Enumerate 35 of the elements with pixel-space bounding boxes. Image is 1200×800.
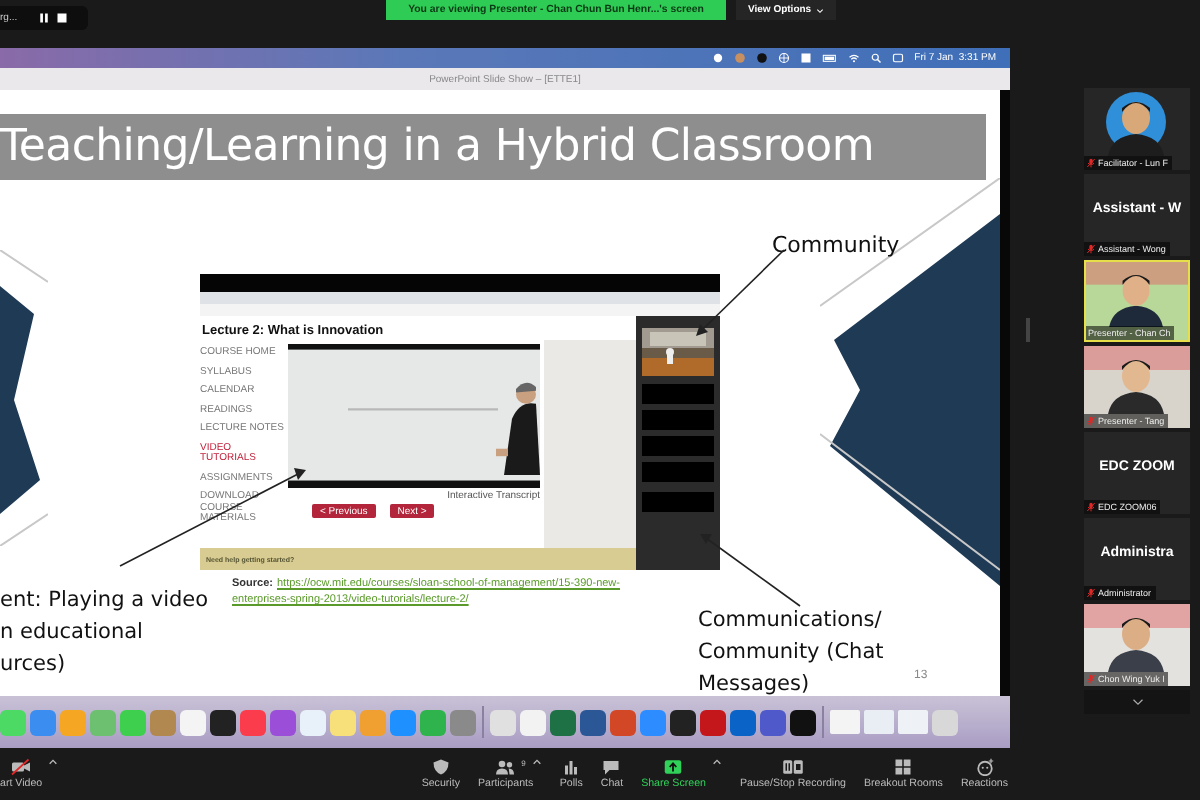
search-icon[interactable] [870,52,883,64]
video-off-icon [10,758,33,776]
globe-icon[interactable] [778,52,791,64]
people-icon [494,758,517,776]
caret-icon[interactable] [48,758,59,766]
caret-icon[interactable] [711,758,722,766]
speech-bubble-icon [600,758,623,776]
battery-icon[interactable] [822,52,839,64]
video-tiles-drawing [642,384,714,512]
wifi-icon[interactable] [848,52,861,64]
grid-icon [892,758,915,776]
document-thumbnail[interactable] [830,710,860,734]
slide-caption: ent: Playing a video n educational urces) [0,586,209,680]
document-thumbnail[interactable] [898,710,928,734]
caret-icon[interactable] [531,758,542,766]
slide-title: Teaching/Learning in a Hybrid Classroom [0,122,874,172]
avatar-icon[interactable] [734,52,747,64]
dark-circle-icon[interactable] [756,52,769,64]
scroll-down-button[interactable] [1084,690,1190,714]
pause-icon[interactable] [38,12,50,24]
document-thumbnail[interactable] [864,710,894,734]
app-icon[interactable] [670,709,696,735]
bar-chart-icon [560,758,583,776]
caret-icon [815,7,824,13]
communications-label: Communications/ Community (Chat Messages) [698,606,884,696]
shield-icon [429,758,452,776]
chevron-down-icon [1131,698,1143,706]
app-icon[interactable] [210,709,236,735]
app-icon[interactable] [790,709,816,735]
resize-handle[interactable] [1026,318,1030,342]
pause-stop-icon [781,758,804,776]
stop-icon[interactable] [56,12,68,24]
community-label: Community [772,232,900,258]
circle-icon[interactable] [712,52,725,64]
smiley-icon [973,758,996,776]
